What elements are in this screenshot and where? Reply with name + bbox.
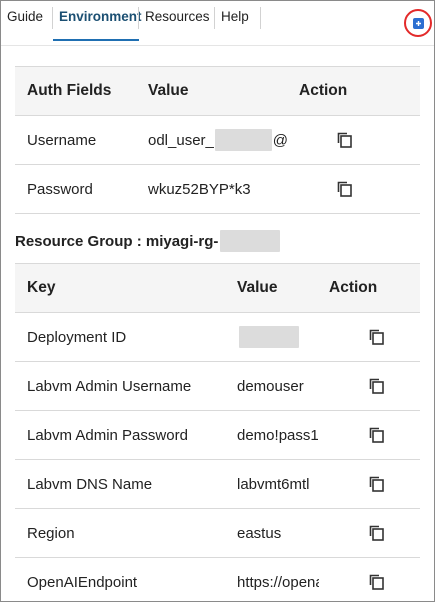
resource-group-label: Resource Group : miyagi-rg- [15,232,219,250]
redacted-username [214,129,272,151]
copy-button[interactable] [365,460,389,508]
copy-icon[interactable] [367,327,387,347]
resource-key: Labvm Admin Username [27,377,192,395]
resource-key: OpenAIEndpoint [27,573,138,591]
tab-bar: Guide Environment Resources Help [1,1,434,45]
copy-icon[interactable] [335,179,355,199]
copy-button[interactable] [365,362,389,410]
header-value: Value [148,82,189,99]
auth-table-header: Auth Fields Value Action [15,67,420,116]
tab-environment[interactable]: Environment [53,1,142,41]
header-value: Value [237,279,278,296]
tab-guide[interactable]: Guide [1,1,53,41]
copy-icon[interactable] [335,130,355,150]
copy-button[interactable] [365,313,389,361]
resource-key: Region [27,524,75,542]
resource-value: labvmt6mtl [237,475,310,493]
copy-button[interactable] [365,558,389,601]
copy-button[interactable] [365,411,389,459]
environment-panel: Guide Environment Resources Help Auth Fi… [0,0,435,602]
resource-key: Labvm Admin Password [27,426,188,444]
resource-value: demouser [237,377,304,395]
copy-button[interactable] [333,116,357,164]
resource-row-dns-name: Labvm DNS Name labvmt6mtl [15,460,420,509]
auth-row-password: Password wkuz52BYP*k3 [15,165,420,214]
header-action: Action [299,82,348,99]
username-prefix: odl_user_ [148,131,214,149]
resource-value: eastus [237,524,282,542]
auth-field-value: wkuz52BYP*k3 [148,180,251,198]
auth-field-value: odl_user_ @ [148,116,288,164]
copy-icon[interactable] [367,425,387,445]
auth-field-label: Username [27,131,97,149]
redacted-group-suffix [220,230,281,252]
resource-table: Key Value Action Deployment ID Labvm Adm… [15,263,420,601]
resource-group-title: Resource Group : miyagi-rg- [15,229,281,253]
resource-row-admin-username: Labvm Admin Username demouser [15,362,420,411]
popout-icon [412,17,424,29]
popout-button[interactable] [404,9,432,37]
header-key: Key [27,279,56,296]
copy-button[interactable] [365,509,389,557]
copy-icon[interactable] [367,572,387,592]
auth-row-username: Username odl_user_ @ [15,116,420,165]
resource-key: Labvm DNS Name [27,475,153,493]
resource-value: https://openai [237,573,319,591]
resource-key: Deployment ID [27,328,127,346]
username-suffix: @ [272,131,288,149]
tab-divider [1,45,434,46]
auth-table: Auth Fields Value Action Username odl_us… [15,66,420,214]
auth-field-label: Password [27,180,93,198]
resource-table-header: Key Value Action [15,264,420,313]
resource-value [237,313,319,361]
tab-resources[interactable]: Resources [139,1,215,41]
header-auth-fields: Auth Fields [27,82,112,99]
copy-button[interactable] [333,165,357,213]
resource-row-admin-password: Labvm Admin Password demo!pass123 [15,411,420,460]
resource-row-region: Region eastus [15,509,420,558]
copy-icon[interactable] [367,523,387,543]
header-action: Action [329,279,378,296]
resource-row-openai-endpoint: OpenAIEndpoint https://openai [15,558,420,601]
tab-help[interactable]: Help [215,1,261,41]
resource-value: demo!pass123 [237,426,319,444]
copy-icon[interactable] [367,474,387,494]
copy-icon[interactable] [367,376,387,396]
resource-row-deployment-id: Deployment ID [15,313,420,362]
redacted-deployment-id [239,326,299,348]
